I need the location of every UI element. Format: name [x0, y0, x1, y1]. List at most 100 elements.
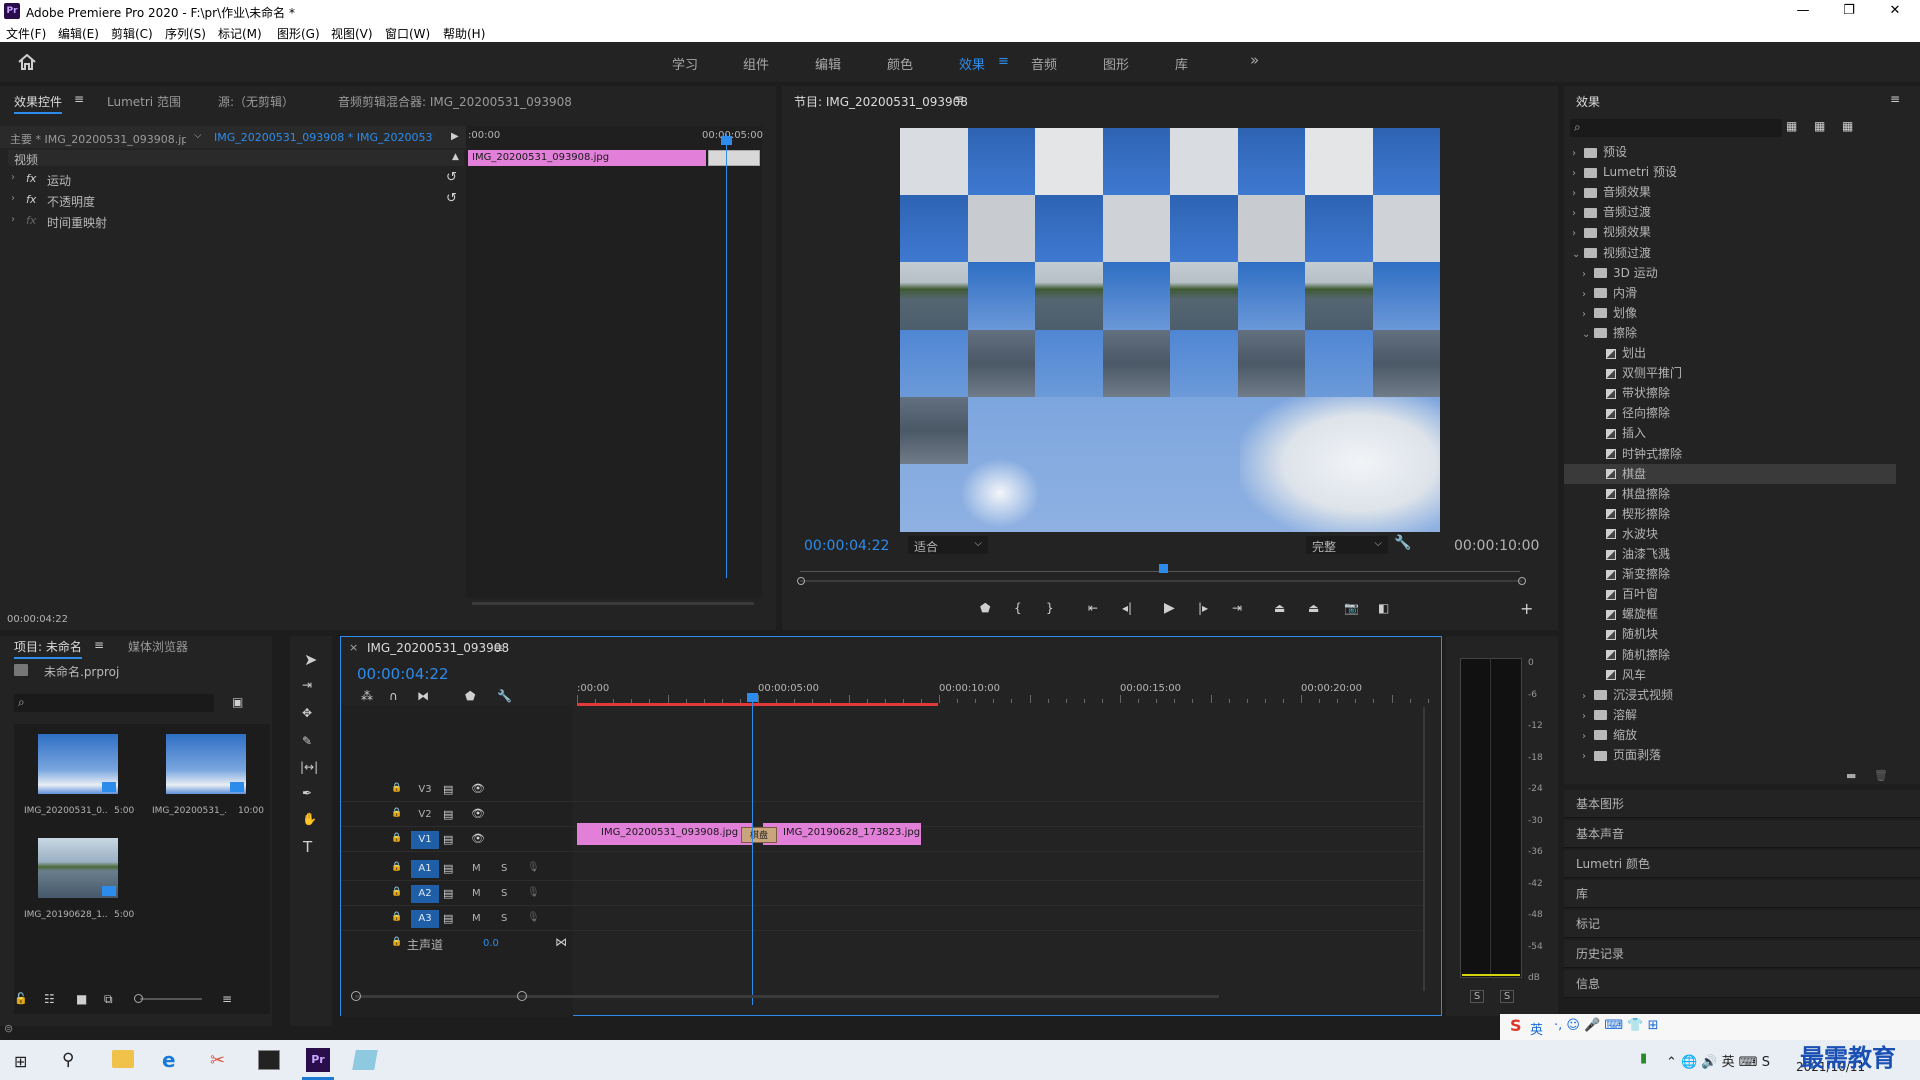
play-icon[interactable]: ▶ — [1164, 600, 1175, 616]
wipe-effect-8[interactable]: 楔形擦除 — [1564, 504, 1896, 524]
solo-button[interactable]: S — [501, 913, 507, 924]
solo-right-button[interactable]: S — [1500, 990, 1514, 1003]
master-fx-icon[interactable]: ⋈ — [555, 935, 567, 949]
sync-lock-icon[interactable]: ▤ — [443, 862, 453, 875]
clip-v1-1[interactable]: IMG_20200531_093908.jpg — [577, 823, 753, 845]
fx-icon[interactable]: fx — [26, 193, 36, 206]
button-editor-icon[interactable]: + — [1520, 599, 1533, 618]
icon-view-icon[interactable]: ■ — [76, 992, 87, 1006]
workspace-assembly[interactable]: 组件 — [743, 54, 769, 73]
tab-source[interactable]: 源:（无剪辑） — [218, 93, 294, 110]
voiceover-icon[interactable]: 🎙 — [527, 862, 540, 873]
wipe-effect-0[interactable]: 划出 — [1564, 343, 1896, 363]
voiceover-icon[interactable]: 🎙 — [527, 912, 540, 923]
track-label-v1[interactable]: V1 — [411, 831, 439, 849]
type-tool-icon[interactable]: T — [303, 838, 312, 856]
track-lock-icon[interactable]: 🔒 — [391, 937, 402, 947]
collapsed-panel-1[interactable]: 基本声音 — [1564, 820, 1920, 848]
extract-icon[interactable]: ⏏ — [1308, 601, 1319, 615]
new-search-bin-icon[interactable]: ▣ — [232, 695, 243, 709]
timeline-playhead[interactable] — [752, 697, 753, 1005]
workspace-more-icon[interactable]: » — [1250, 51, 1259, 69]
snipping-tool-icon[interactable]: ✂ — [210, 1050, 225, 1071]
mute-button[interactable]: M — [472, 863, 481, 874]
track-label-a2[interactable]: A2 — [411, 885, 439, 903]
effects-search-input[interactable] — [1570, 119, 1782, 137]
chevron-right-icon[interactable]: › — [1582, 687, 1594, 705]
list-view-icon[interactable]: ☷ — [44, 992, 55, 1006]
video-transitions-folder-1[interactable]: › 内滑 — [1564, 283, 1896, 303]
battery-icon[interactable]: ▮ — [1640, 1051, 1647, 1066]
program-monitor-title[interactable]: 节目: IMG_20200531_093908 — [794, 93, 968, 110]
mark-in-icon[interactable]: { — [1014, 601, 1022, 615]
tab-media-browser[interactable]: 媒体浏览器 — [128, 638, 188, 655]
effects-folder-0[interactable]: › 预设 — [1564, 142, 1896, 162]
track-lock-icon[interactable]: 🔒 — [391, 833, 402, 843]
premiere-taskbar-icon[interactable]: Pr — [306, 1048, 330, 1072]
pen-tool-icon[interactable]: ✒ — [302, 786, 312, 800]
panel-menu-icon[interactable]: ≡ — [94, 638, 104, 652]
solo-button[interactable]: S — [501, 863, 507, 874]
wipe-effect-10[interactable]: 油漆飞溅 — [1564, 544, 1896, 564]
photos-icon[interactable] — [258, 1050, 280, 1070]
eye-icon[interactable]: 👁 — [471, 832, 485, 845]
wipe-effect-11[interactable]: 渐变擦除 — [1564, 564, 1896, 584]
fx-icon[interactable]: fx — [26, 214, 36, 227]
video-transitions-folder-0[interactable]: › 3D 运动 — [1564, 263, 1896, 283]
tab-audio-clip-mixer[interactable]: 音频剪辑混合器: IMG_20200531_093908 — [338, 93, 572, 110]
sync-lock-icon[interactable]: ▤ — [443, 887, 453, 900]
tab-lumetri-scopes[interactable]: Lumetri 范围 — [107, 93, 181, 110]
chevron-right-icon[interactable]: › — [1572, 164, 1584, 182]
chevron-right-icon[interactable]: › — [1582, 707, 1594, 725]
expand-time-remap-icon[interactable]: › — [11, 214, 15, 225]
eye-icon[interactable]: 👁 — [471, 782, 485, 795]
chevron-right-icon[interactable]: › — [1582, 305, 1594, 323]
collapse-icon[interactable]: ▲ — [452, 152, 459, 162]
chevron-right-icon[interactable]: › — [1582, 285, 1594, 303]
effect-motion[interactable]: 运动 — [47, 172, 71, 189]
video-transitions-folder-7[interactable]: › 页面剥落 — [1564, 745, 1896, 765]
collapsed-panel-3[interactable]: 库 — [1564, 880, 1920, 908]
hand-tool-icon[interactable]: ✋ — [302, 812, 317, 826]
go-to-in-icon[interactable]: ⇤ — [1088, 601, 1098, 615]
collapsed-panel-4[interactable]: 标记 — [1564, 910, 1920, 938]
track-label-v2[interactable]: V2 — [411, 806, 439, 824]
wipe-effect-9[interactable]: 水波块 — [1564, 524, 1896, 544]
workspace-effects[interactable]: 效果 — [959, 54, 985, 73]
track-lock-icon[interactable]: 🔒 — [391, 887, 402, 897]
voiceover-icon[interactable]: 🎙 — [527, 887, 540, 898]
lock-icon[interactable]: 🔓 — [14, 992, 28, 1005]
tab-project[interactable]: 项目: 未命名 — [14, 638, 82, 659]
zoom-handle-right[interactable] — [1518, 577, 1526, 585]
zoom-slider-handle[interactable] — [134, 994, 143, 1003]
effects-folder-5[interactable]: ⌄ 视频过渡 — [1564, 243, 1896, 263]
transition-checkerboard[interactable]: 棋盘 — [741, 827, 777, 843]
play-only-icon[interactable]: ▶ — [451, 131, 459, 142]
mute-button[interactable]: M — [472, 888, 481, 899]
chevron-right-icon[interactable]: › — [1582, 747, 1594, 765]
menu-window[interactable]: 窗口(W) — [385, 25, 430, 42]
project-item[interactable]: IMG_20200531_0... 5:00 — [16, 726, 140, 826]
wipe-effect-12[interactable]: 百叶窗 — [1564, 584, 1896, 604]
workspace-libraries[interactable]: 库 — [1175, 54, 1188, 73]
effects-folder-2[interactable]: › 音频效果 — [1564, 182, 1896, 202]
wipe-effect-3[interactable]: 径向擦除 — [1564, 403, 1896, 423]
wipe-effect-5[interactable]: 时钟式擦除 — [1564, 444, 1896, 464]
home-icon[interactable] — [18, 54, 36, 70]
solo-button[interactable]: S — [501, 888, 507, 899]
workspace-graphics[interactable]: 图形 — [1103, 54, 1129, 73]
effects-folder-1[interactable]: › Lumetri 预设 — [1564, 162, 1896, 182]
track-lock-icon[interactable]: 🔒 — [391, 912, 402, 922]
zoom-handle-left[interactable] — [351, 991, 361, 1001]
chevron-right-icon[interactable]: › — [1572, 144, 1584, 162]
mark-out-icon[interactable]: } — [1046, 601, 1054, 615]
effect-time-remapping[interactable]: 时间重映射 — [47, 214, 107, 231]
collapsed-panel-6[interactable]: 信息 — [1564, 970, 1920, 998]
expand-opacity-icon[interactable]: › — [11, 193, 15, 204]
chevron-right-icon[interactable]: › — [1582, 265, 1594, 283]
delete-icon[interactable]: 🗑 — [1874, 769, 1888, 782]
program-timecode[interactable]: 00:00:04:22 — [804, 538, 889, 554]
wipe-effect-13[interactable]: 螺旋框 — [1564, 604, 1896, 624]
menu-sequence[interactable]: 序列(S) — [165, 25, 206, 42]
project-search-input[interactable] — [14, 694, 214, 712]
